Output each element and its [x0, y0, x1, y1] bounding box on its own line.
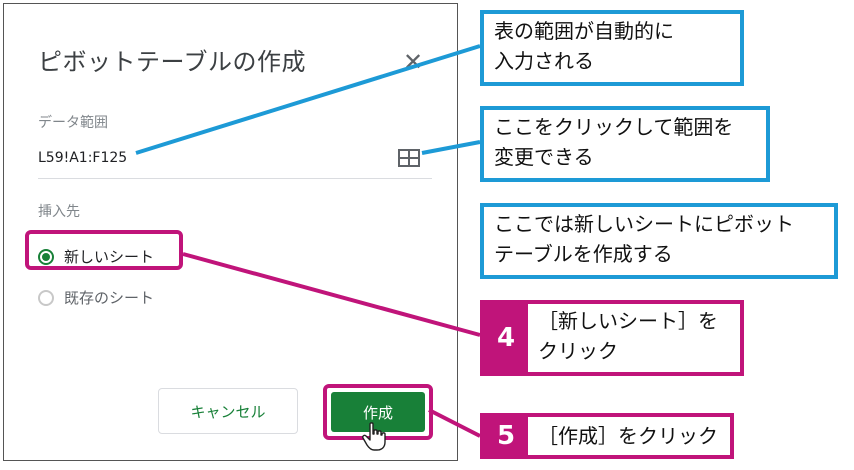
range-underline	[38, 178, 432, 179]
step-5-number: 5	[484, 417, 528, 455]
insert-location-label: 挿入先	[38, 204, 80, 220]
callout-new-sheet-note-line1: ここでは新しいシートにピボット	[494, 212, 794, 236]
callout-auto-range-line1: 表の範囲が自動的に	[494, 19, 674, 43]
callout-auto-range-line2: 入力される	[494, 49, 594, 73]
data-range-input[interactable]: L59!A1:F125	[38, 150, 127, 166]
step-4-line2: クリック	[538, 339, 618, 363]
data-range-label: データ範囲	[38, 115, 108, 131]
callout-new-sheet-note-line2: テーブルを作成する	[494, 242, 673, 266]
step-5-line1: ［作成］をクリック	[538, 424, 718, 448]
radio-existing-sheet[interactable]	[38, 289, 54, 306]
callout-new-sheet-note: ここでは新しいシートにピボット テーブルを作成する	[480, 203, 838, 279]
option-existing-sheet[interactable]: 既存のシート	[38, 287, 154, 308]
step-5-callout: 5 ［作成］をクリック	[480, 413, 734, 459]
new-sheet-highlight	[25, 230, 183, 270]
step-4-callout: 4 ［新しいシート］を クリック	[480, 300, 744, 376]
hand-cursor-icon	[362, 422, 386, 451]
callout-change-range-line2: 変更できる	[494, 145, 594, 169]
callout-change-range: ここをクリックして範囲を 変更できる	[480, 106, 770, 182]
callout-auto-range: 表の範囲が自動的に 入力される	[480, 10, 744, 86]
step-4-number: 4	[484, 304, 528, 372]
cancel-button[interactable]: キャンセル	[158, 388, 298, 434]
dialog-title: ピボットテーブルの作成	[38, 48, 307, 76]
option-existing-sheet-label: 既存のシート	[64, 289, 155, 307]
close-icon[interactable]: ✕	[403, 48, 423, 76]
step-4-line1: ［新しいシート］を	[538, 309, 718, 333]
grid-select-icon[interactable]	[398, 149, 420, 167]
callout-change-range-line1: ここをクリックして範囲を	[494, 115, 734, 139]
